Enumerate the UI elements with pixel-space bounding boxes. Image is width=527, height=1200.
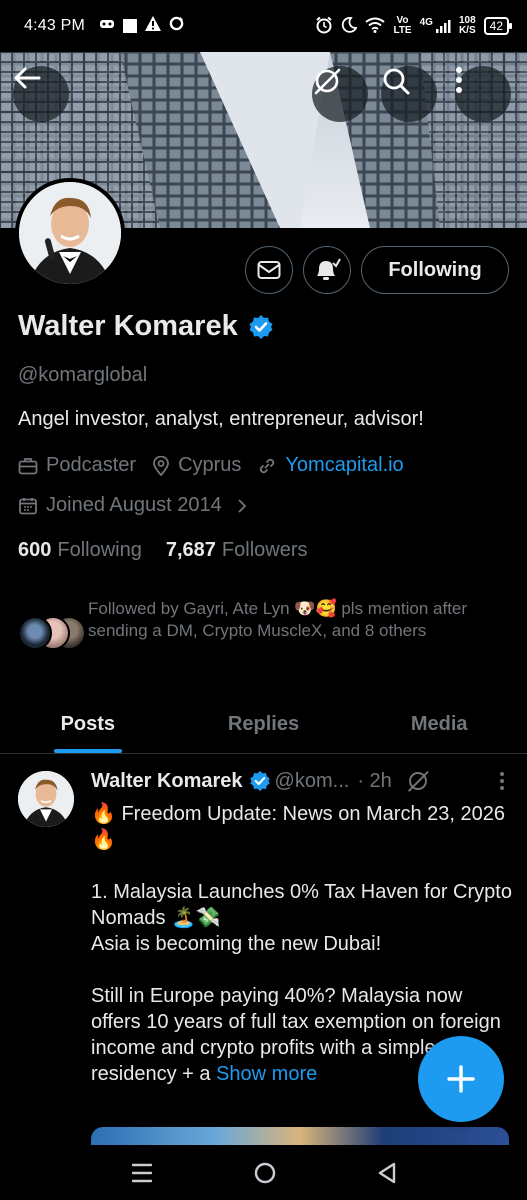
back-button[interactable] [13,66,69,122]
post-author-avatar[interactable] [18,771,74,827]
show-more-link[interactable]: Show more [216,1063,317,1085]
following-count-link[interactable]: 600 Following [18,539,142,562]
more-options-button[interactable] [455,66,511,122]
profile-meta-row: Podcaster Cyprus Yomcapital.io [18,454,420,477]
chevron-right-icon [238,498,246,513]
moon-icon [341,16,358,36]
grok-button[interactable] [312,66,368,122]
battery-level: 42 [489,19,503,33]
signal-icon: 4G [420,18,451,34]
profile-website[interactable]: Yomcapital.io [257,454,404,477]
profile-joined-row[interactable]: Joined August 2014 [18,494,264,517]
grok-icon[interactable] [406,769,430,793]
sync-icon [169,16,184,36]
status-right-icons: Vo LTE 4G 108 K/S 42 [315,16,513,37]
follower-avatar-1 [18,616,52,650]
tab-posts[interactable]: Posts [0,696,176,753]
square-notification-icon [123,19,137,33]
verified-badge-icon[interactable] [248,314,274,340]
location-label: Cyprus [178,454,242,476]
followed-by-avatars [18,616,88,656]
location-pin-icon [153,455,169,476]
system-navigation-bar [0,1145,527,1200]
profile-name: Walter Komarek [18,310,238,342]
bell-active-icon [317,258,341,280]
followed-by-text: Followed by Gayri, Ate Lyn 🐶🥰 pls mentio… [88,599,468,640]
avatar-photo [19,182,121,284]
tab-replies[interactable]: Replies [176,696,352,753]
profile-location: Cyprus [152,454,241,477]
alarm-icon [315,16,333,37]
post-author-handle: @kom... [274,769,350,792]
following-count-label: Following [57,539,142,561]
profile-name-row: Walter Komarek [18,310,274,343]
plus-icon [447,1065,475,1093]
back-arrow-icon [14,67,41,89]
followers-count-link[interactable]: 7,687 Followers [166,539,308,562]
followers-count: 7,687 [165,539,216,561]
calendar-icon [19,497,37,514]
post-author-name[interactable]: Walter Komarek [91,770,243,793]
verified-badge-icon [249,770,270,792]
network-type: 4G [419,17,433,28]
following-count: 600 [18,539,52,561]
notifications-button[interactable] [303,246,351,294]
category-label: Podcaster [46,454,137,476]
volte-indicator: Vo LTE [393,16,411,36]
recent-apps-icon[interactable] [130,1162,154,1184]
profile-handle: @komarglobal [18,364,148,386]
post-timestamp: · 2h [357,769,392,792]
mail-icon [257,261,281,279]
grok-icon [314,68,341,95]
compose-post-button[interactable] [418,1036,504,1122]
profile-joined[interactable]: Joined August 2014 [18,494,248,517]
post-media-preview[interactable] [91,1127,509,1145]
profile-avatar[interactable] [15,178,125,288]
volte-bottom: LTE [393,25,412,36]
post-more-icon[interactable] [499,771,505,791]
more-vertical-icon [456,67,462,93]
profile-category: Podcaster [18,454,136,477]
status-left-icons [99,16,184,36]
profile-bio: Angel investor, analyst, entrepreneur, a… [18,408,424,430]
wifi-icon [365,17,386,36]
profile-tabs: Posts Replies Media [0,696,527,754]
search-button[interactable] [381,66,437,122]
back-triangle-icon[interactable] [376,1161,398,1185]
briefcase-icon [18,457,38,474]
message-button[interactable] [245,246,293,294]
tab-media[interactable]: Media [351,696,527,753]
net-speed: 108 K/S [459,16,476,36]
gamepad-icon [99,17,115,35]
status-bar: 4:43 PM Vo LTE 4G 108 K/S 42 [0,0,527,52]
post-header: Walter Komarek @kom... · 2h [91,769,511,793]
battery-icon: 42 [483,17,513,35]
website-link[interactable]: Yomcapital.io [285,454,403,477]
net-speed-unit: K/S [458,25,476,36]
warning-icon [145,16,161,36]
following-button[interactable]: Following [361,246,509,294]
home-icon[interactable] [253,1161,277,1185]
followers-count-label: Followers [221,539,308,561]
search-icon [383,68,410,95]
link-icon [260,458,275,473]
follow-counts: 600 Following 7,687 Followers [18,539,308,562]
joined-label: Joined August 2014 [46,494,222,516]
status-time: 4:43 PM [24,17,85,34]
followed-by-row[interactable]: Followed by Gayri, Ate Lyn 🐶🥰 pls mentio… [18,598,508,656]
